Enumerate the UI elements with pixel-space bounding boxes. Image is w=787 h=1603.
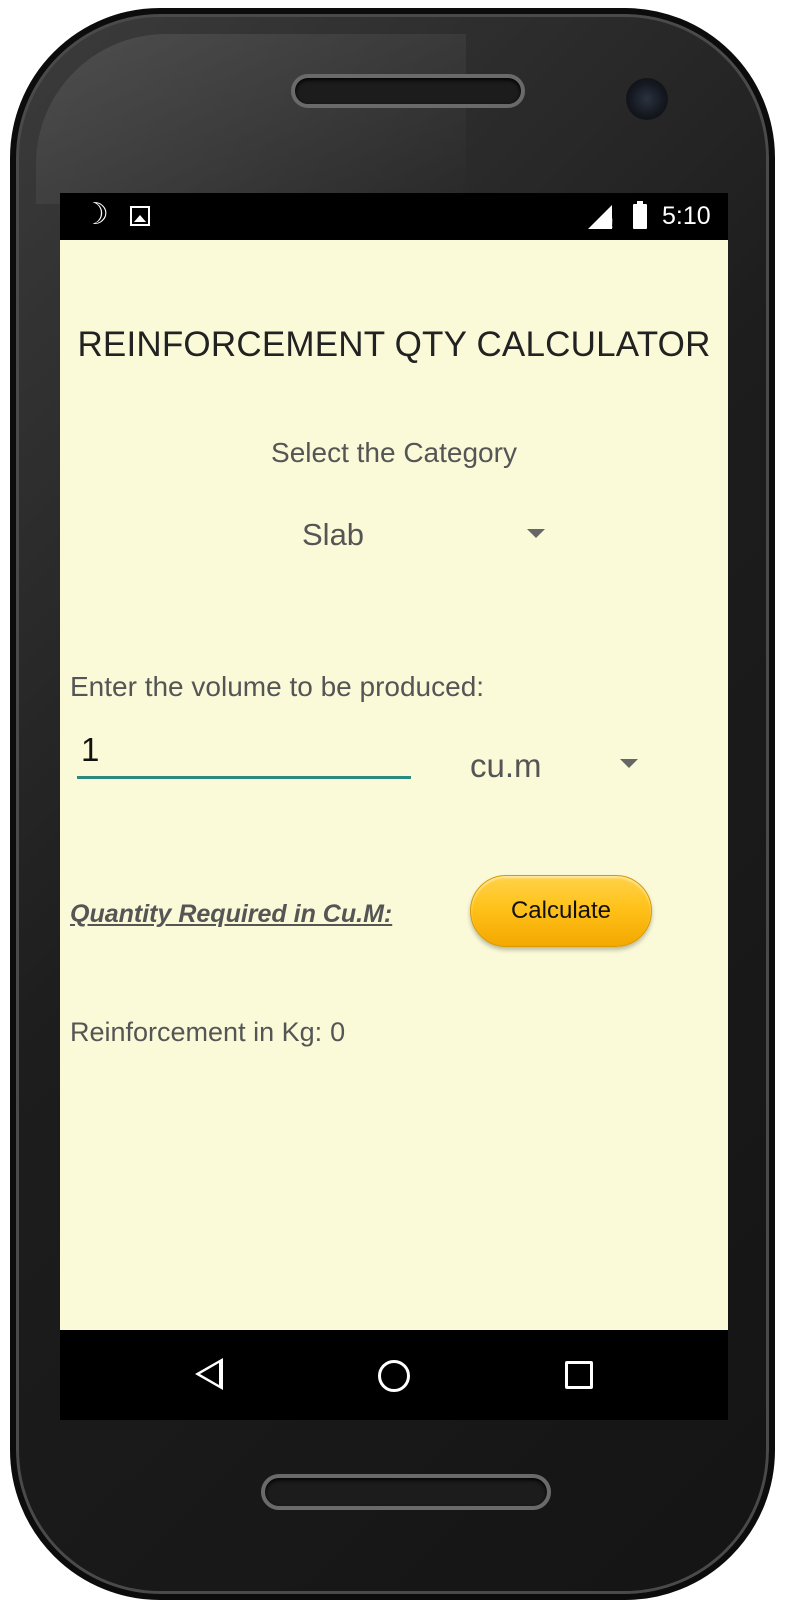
- bottom-speaker: [261, 1474, 551, 1510]
- unit-selected-value: cu.m: [470, 747, 542, 784]
- status-time: 5:10: [662, 202, 711, 230]
- volume-label: Enter the volume to be produced:: [70, 671, 485, 702]
- dropdown-arrow-icon: [620, 759, 638, 768]
- earpiece-speaker: [291, 74, 525, 108]
- navigation-bar: [60, 1330, 728, 1420]
- result-row: Reinforcement in Kg: 0: [70, 1017, 345, 1048]
- recents-icon[interactable]: [565, 1361, 593, 1389]
- unit-dropdown[interactable]: cu.m: [458, 741, 648, 795]
- back-icon[interactable]: [195, 1358, 223, 1390]
- category-selected-value: Slab: [302, 517, 365, 552]
- moon-icon: ☾: [82, 197, 109, 232]
- home-icon[interactable]: [378, 1360, 410, 1392]
- front-camera: [626, 78, 668, 120]
- quantity-label: Quantity Required in Cu.M:: [70, 900, 393, 928]
- app-screen: ☾ ! 5:10 REINFORCEMENT QTY CALCULATOR Se…: [60, 193, 728, 1420]
- signal-alert-icon: !: [609, 215, 614, 231]
- category-dropdown[interactable]: Slab: [290, 513, 560, 563]
- battery-icon: [633, 201, 647, 229]
- page-title: REINFORCEMENT QTY CALCULATOR: [77, 325, 711, 364]
- dropdown-arrow-icon: [527, 529, 545, 538]
- category-label: Select the Category: [271, 437, 517, 468]
- result-label: Reinforcement in Kg:: [70, 1017, 323, 1047]
- status-bar: ☾ ! 5:10: [60, 193, 728, 240]
- image-icon: [130, 206, 150, 226]
- calculate-button[interactable]: Calculate: [470, 875, 652, 947]
- volume-input[interactable]: [77, 723, 411, 779]
- phone-shine: [36, 34, 466, 204]
- result-value: 0: [330, 1017, 346, 1047]
